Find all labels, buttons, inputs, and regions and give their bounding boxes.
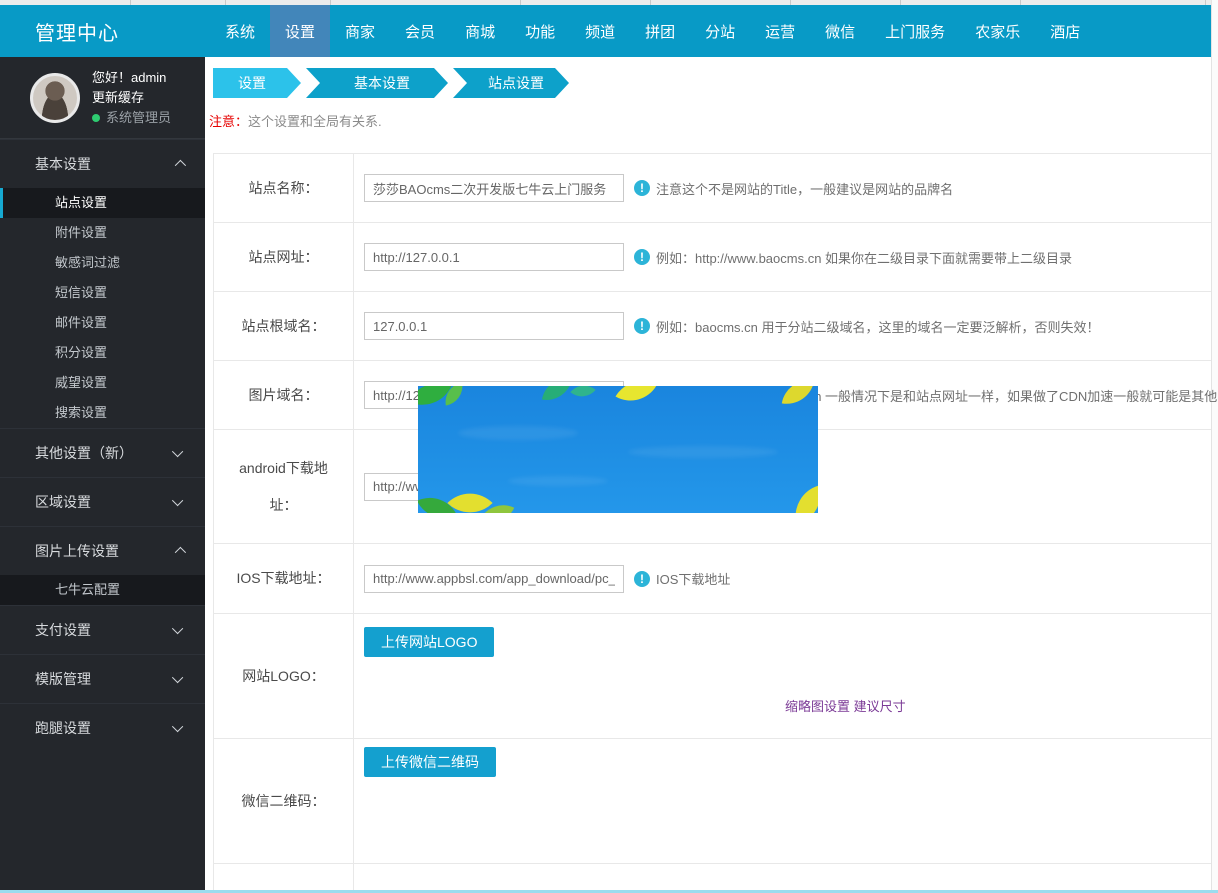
form-row-root-domain: 站点根域名： ! 例如：baocms.cn 用于分站二级域名，这里的域名一定要泛… [214, 292, 1211, 361]
sidebar-item-search-settings[interactable]: 搜索设置 [0, 398, 205, 428]
nav-item-merchant[interactable]: 商家 [330, 5, 390, 57]
field-label: 微信二维码： [214, 739, 354, 863]
nav-item-substation[interactable]: 分站 [690, 5, 750, 57]
refresh-cache-link[interactable]: 更新缓存 [92, 88, 171, 108]
top-nav-items: 系统 设置 商家 会员 商城 功能 频道 拼团 分站 运营 微信 上门服务 农家… [210, 5, 1095, 57]
chevron-up-icon [174, 159, 187, 172]
nav-item-wechat[interactable]: 微信 [810, 5, 870, 57]
user-greeting: 您好！admin [92, 69, 167, 85]
form-row-service-qq: 客服QQ： ! 前台模板显示调用！ [214, 864, 1211, 893]
field-label: 站点网址： [214, 223, 354, 291]
field-label: android下载地址： [214, 430, 354, 543]
sidebar-item-attachment-settings[interactable]: 附件设置 [0, 218, 205, 248]
user-block: 您好！admin 更新缓存 系统管理员 [0, 57, 205, 139]
field-label: 网站LOGO： [214, 614, 354, 738]
breadcrumb-basic-settings[interactable]: 基本设置 [306, 68, 448, 98]
app-title: 管理中心 [35, 22, 119, 45]
form-row-site-url: 站点网址： ! 例如：http://www.baocms.cn 如果你在二级目录… [214, 223, 1211, 292]
leaf-decoration [541, 386, 573, 405]
sidebar-section-region-settings[interactable]: 区域设置 [0, 478, 205, 526]
sidebar-item-points-settings[interactable]: 积分设置 [0, 338, 205, 368]
top-navbar: 管理中心 系统 设置 商家 会员 商城 功能 频道 拼团 分站 运营 微信 上门… [0, 5, 1211, 57]
info-icon: ! [634, 180, 650, 196]
upload-wechat-qrcode-button[interactable]: 上传微信二维码 [364, 747, 496, 777]
nav-item-settings[interactable]: 设置 [270, 5, 331, 57]
sidebar-item-mail-settings[interactable]: 邮件设置 [0, 308, 205, 338]
field-label: IOS下载地址： [214, 544, 354, 613]
field-label: 站点名称： [214, 154, 354, 222]
sidebar-section-basic-settings[interactable]: 基本设置 [0, 140, 205, 188]
nav-item-doorservice[interactable]: 上门服务 [870, 5, 960, 57]
field-label: 站点根域名： [214, 292, 354, 360]
site-url-input[interactable] [364, 243, 624, 271]
page-note: 注意：这个设置和全局有关系. [209, 114, 382, 129]
avatar [30, 72, 80, 123]
uploaded-image-preview [418, 386, 818, 513]
sidebar-item-sms-settings[interactable]: 短信设置 [0, 278, 205, 308]
sidebar-section-errand-settings[interactable]: 跑腿设置 [0, 704, 205, 752]
sidebar-item-site-settings[interactable]: 站点设置 [0, 188, 205, 218]
field-hint: ! 例如：http://www.baocms.cn 如果你在二级目录下面就需要带… [634, 248, 1072, 267]
sidebar-section-template-management[interactable]: 模版管理 [0, 655, 205, 703]
form-row-site-logo: 网站LOGO： 上传网站LOGO 缩略图设置 建议尺寸 [214, 614, 1211, 739]
nav-item-member[interactable]: 会员 [390, 5, 450, 57]
sidebar-section-image-upload-settings[interactable]: 图片上传设置 [0, 527, 205, 575]
scrollbar[interactable] [1211, 0, 1218, 893]
form-row-wechat-qrcode: 微信二维码： 上传微信二维码 [214, 739, 1211, 864]
breadcrumb-site-settings[interactable]: 站点设置 [453, 68, 569, 98]
chevron-down-icon [171, 494, 184, 507]
breadcrumb: 设置 基本设置 站点设置 [213, 68, 1211, 98]
thumbnail-settings-link[interactable]: 缩略图设置 建议尺寸 [785, 696, 906, 715]
sidebar-item-sensitive-words[interactable]: 敏感词过滤 [0, 248, 205, 278]
breadcrumb-settings[interactable]: 设置 [213, 68, 301, 98]
nav-item-function[interactable]: 功能 [510, 5, 570, 57]
nav-item-mall[interactable]: 商城 [450, 5, 510, 57]
chevron-down-icon [171, 622, 184, 635]
chevron-down-icon [171, 445, 184, 458]
info-icon: ! [634, 570, 650, 587]
nav-item-system[interactable]: 系统 [210, 5, 270, 57]
leaf-decoration [781, 386, 815, 409]
form-row-site-name: 站点名称： ! 注意这个不是网站的Title，一般建议是网站的品牌名 [214, 154, 1211, 223]
chevron-down-icon [171, 671, 184, 684]
nav-item-farmstay[interactable]: 农家乐 [960, 5, 1035, 57]
sidebar-item-prestige-settings[interactable]: 威望设置 [0, 368, 205, 398]
leaf-decoration [570, 386, 596, 404]
field-label: 客服QQ： [214, 864, 354, 893]
nav-item-groupbuy[interactable]: 拼团 [630, 5, 690, 57]
sidebar-item-qiniu-config[interactable]: 七牛云配置 [0, 575, 205, 605]
upload-logo-button[interactable]: 上传网站LOGO [364, 627, 495, 657]
form-row-ios-download: IOS下载地址： ! IOS下载地址 [214, 544, 1211, 614]
sidebar-section-payment-settings[interactable]: 支付设置 [0, 606, 205, 654]
root-domain-input[interactable] [364, 312, 624, 340]
info-icon: ! [634, 318, 650, 334]
leaf-decoration [615, 386, 657, 412]
field-hint: ! IOS下载地址 [634, 569, 730, 588]
user-role: 系统管理员 [92, 108, 171, 128]
nav-item-hotel[interactable]: 酒店 [1035, 5, 1095, 57]
ios-download-input[interactable] [364, 564, 624, 593]
chevron-down-icon [171, 720, 184, 733]
field-hint: ! 注意这个不是网站的Title，一般建议是网站的品牌名 [634, 179, 953, 198]
leaf-decoration [788, 485, 818, 513]
info-icon: ! [634, 249, 650, 265]
chevron-up-icon [174, 546, 187, 559]
sidebar-section-other-settings[interactable]: 其他设置（新） [0, 429, 205, 477]
site-name-input[interactable] [364, 174, 624, 202]
online-dot-icon [92, 113, 100, 122]
field-hint: ! 例如：baocms.cn 用于分站二级域名，这里的域名一定要泛解析，否则失效… [634, 317, 1099, 336]
nav-item-operation[interactable]: 运营 [750, 5, 810, 57]
leaf-decoration [447, 480, 493, 513]
settings-form: 站点名称： ! 注意这个不是网站的Title，一般建议是网站的品牌名 站点网址：… [213, 153, 1218, 893]
nav-item-channel[interactable]: 频道 [570, 5, 630, 57]
sidebar: 您好！admin 更新缓存 系统管理员 基本设置 站点设置 附件设置 敏感词过滤… [0, 57, 205, 893]
field-label: 图片域名： [214, 361, 354, 429]
